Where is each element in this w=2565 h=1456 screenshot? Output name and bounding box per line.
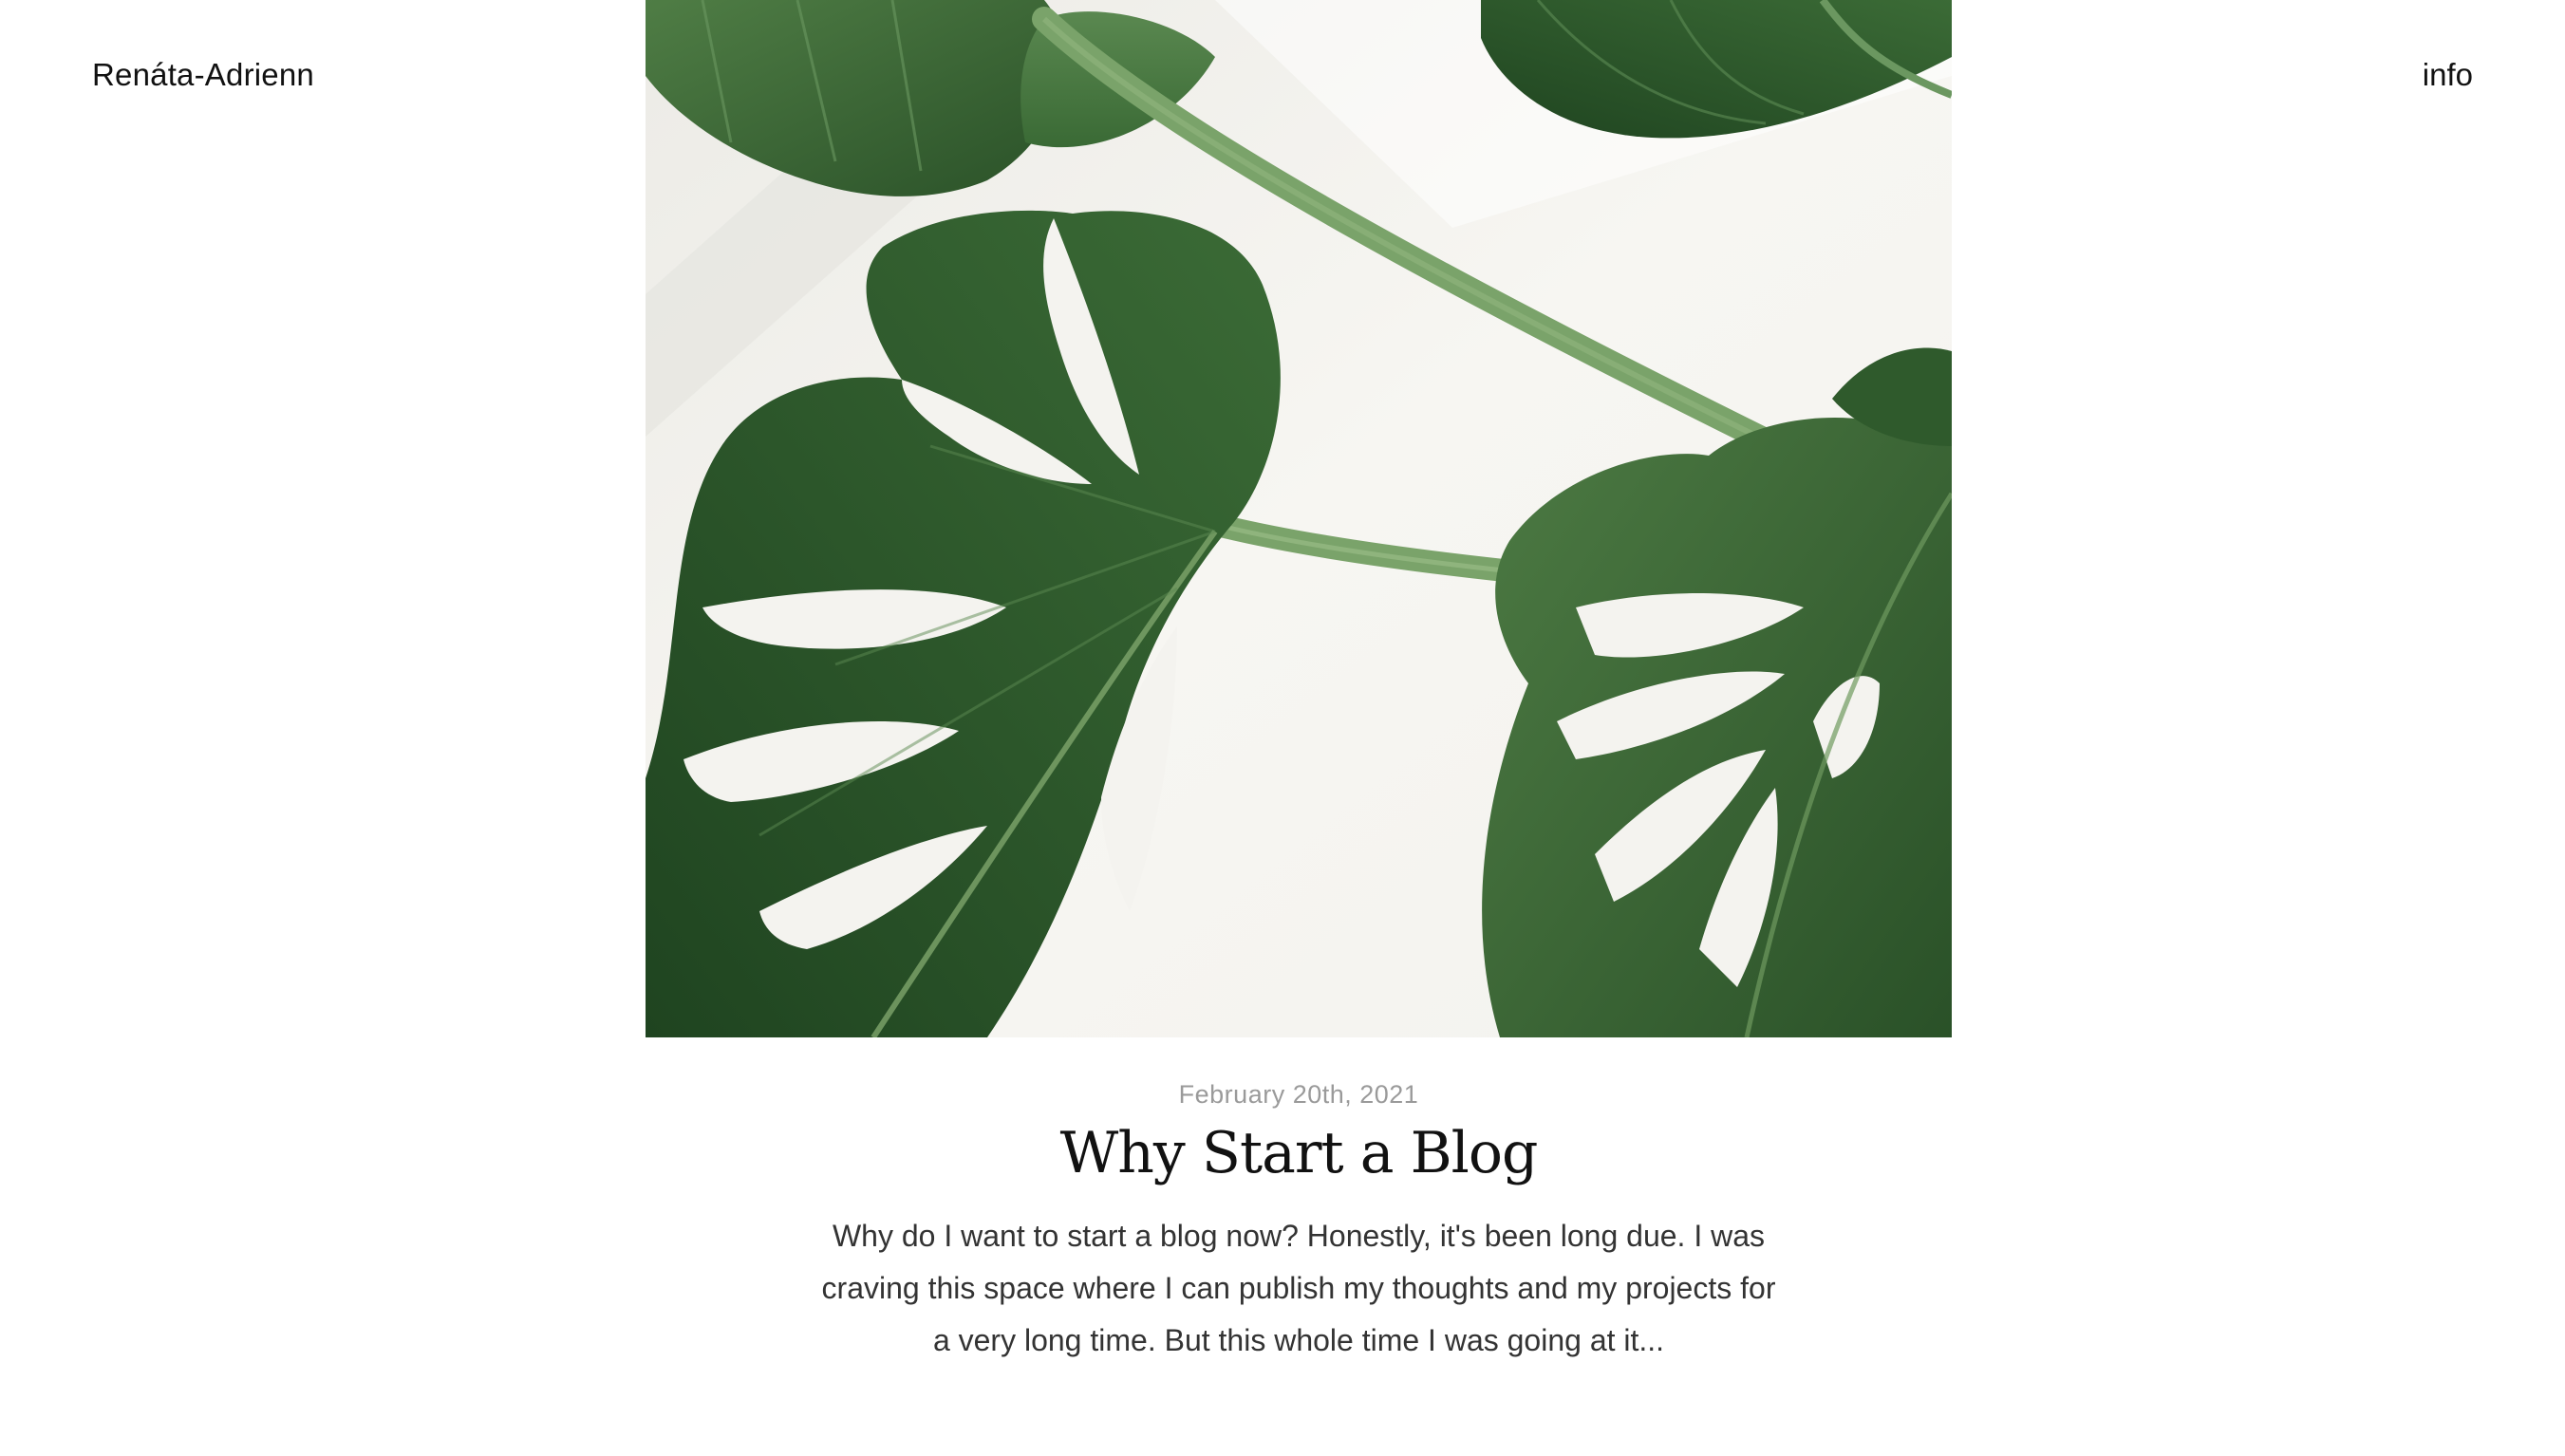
post-excerpt: Why do I want to start a blog now? Hones… <box>821 1219 1776 1357</box>
post-date: February 20th, 2021 <box>1178 1080 1419 1109</box>
site-name-link[interactable]: Renáta-Adrienn <box>92 57 314 93</box>
monstera-leaves-photo <box>646 0 1952 1037</box>
post-featured-image[interactable] <box>646 0 1952 1037</box>
post-meta: February 20th, 2021 <box>0 1080 2565 1110</box>
nav-info-link[interactable]: info <box>2423 57 2473 93</box>
post-title-link[interactable]: Why Start a Blog <box>0 1120 2565 1186</box>
